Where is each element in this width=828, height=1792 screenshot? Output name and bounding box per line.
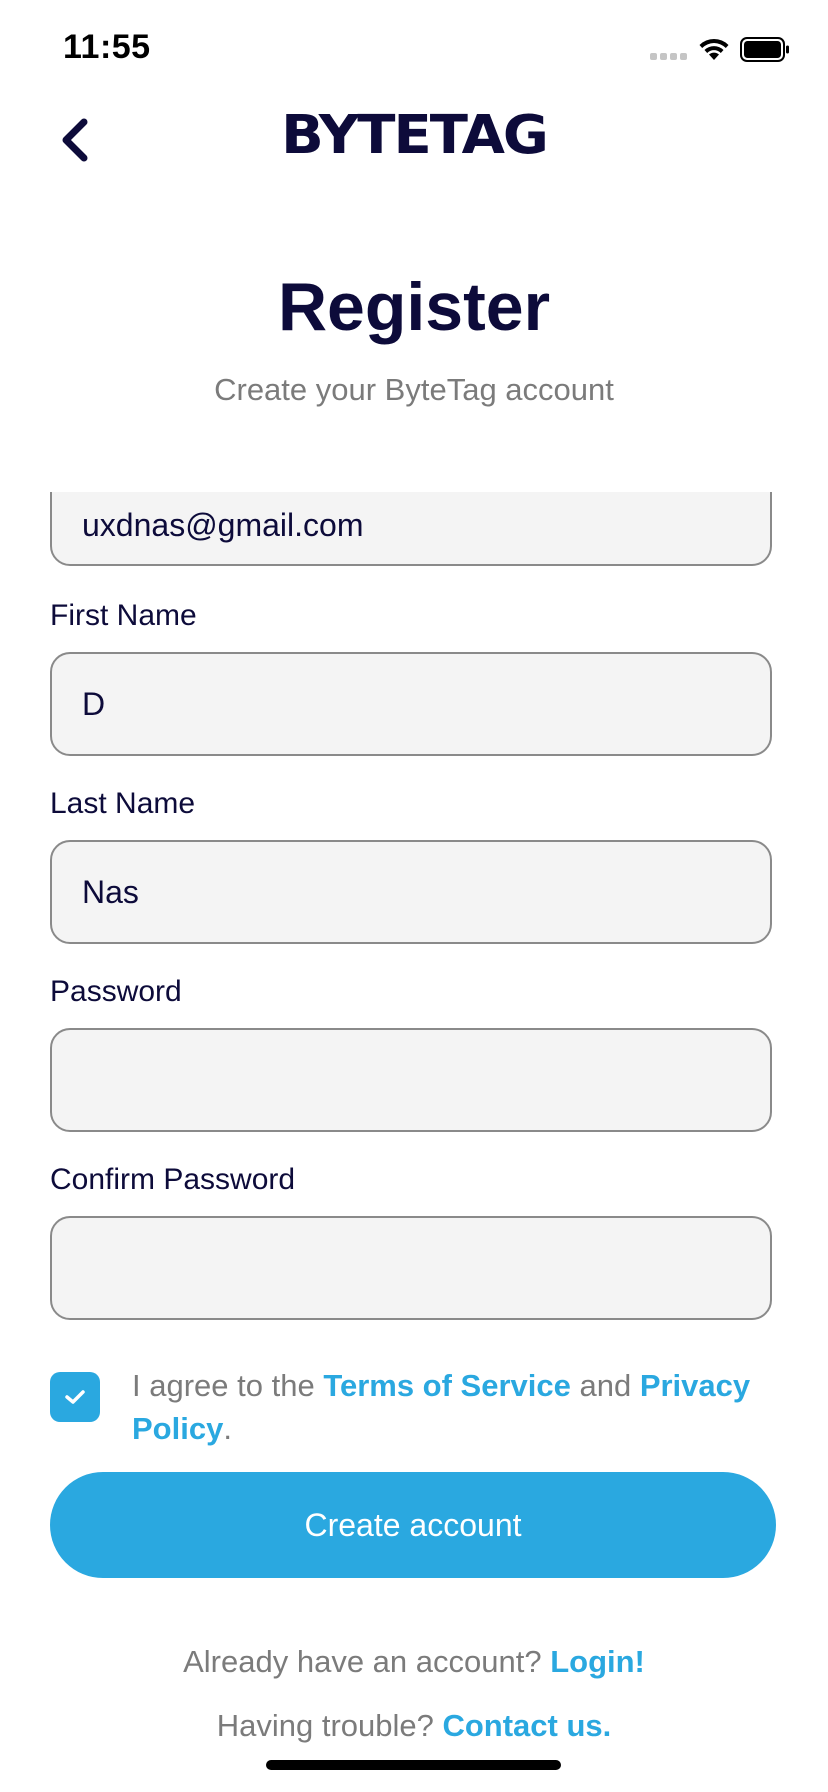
login-link[interactable]: Login! bbox=[550, 1644, 645, 1679]
page-subtitle: Create your ByteTag account bbox=[214, 372, 614, 407]
first-name-label: First Name bbox=[50, 599, 197, 632]
contact-prompt-line: Having trouble? Contact us. bbox=[0, 1708, 828, 1744]
confirm-password-field[interactable] bbox=[50, 1216, 772, 1320]
create-account-button[interactable]: Create account bbox=[50, 1472, 776, 1578]
login-prompt-line: Already have an account? Login! bbox=[0, 1644, 828, 1680]
first-name-field[interactable] bbox=[50, 652, 772, 756]
email-field[interactable] bbox=[50, 492, 772, 566]
home-indicator bbox=[266, 1760, 561, 1770]
agreement-suffix: . bbox=[223, 1411, 232, 1446]
password-field[interactable] bbox=[50, 1028, 772, 1132]
contact-us-link[interactable]: Contact us. bbox=[442, 1708, 611, 1743]
last-name-label: Last Name bbox=[50, 787, 196, 820]
terms-of-service-link[interactable]: Terms of Service bbox=[323, 1368, 571, 1403]
battery-icon bbox=[740, 37, 789, 62]
status-bar: 11:55 bbox=[0, 0, 828, 100]
cellular-signal-icon bbox=[650, 53, 687, 60]
login-prompt-text: Already have an account? bbox=[183, 1644, 551, 1679]
registration-form[interactable]: First Name Last Name Password Confirm Pa… bbox=[0, 492, 828, 1492]
password-label: Password bbox=[50, 975, 182, 1008]
status-time: 11:55 bbox=[63, 28, 151, 66]
confirm-password-label: Confirm Password bbox=[50, 1163, 296, 1196]
agreement-text: I agree to the Terms of Service and Priv… bbox=[132, 1364, 782, 1450]
agree-checkbox[interactable] bbox=[50, 1372, 100, 1422]
agreement-middle: and bbox=[570, 1368, 640, 1403]
agreement-prefix: I agree to the bbox=[132, 1368, 324, 1403]
wifi-icon bbox=[699, 38, 729, 60]
trouble-prompt-text: Having trouble? bbox=[216, 1708, 443, 1743]
bytetag-logo: BYTETAG bbox=[281, 104, 549, 167]
checkmark-icon bbox=[65, 1390, 85, 1404]
last-name-field[interactable] bbox=[50, 840, 772, 944]
page-title: Register bbox=[277, 269, 551, 345]
